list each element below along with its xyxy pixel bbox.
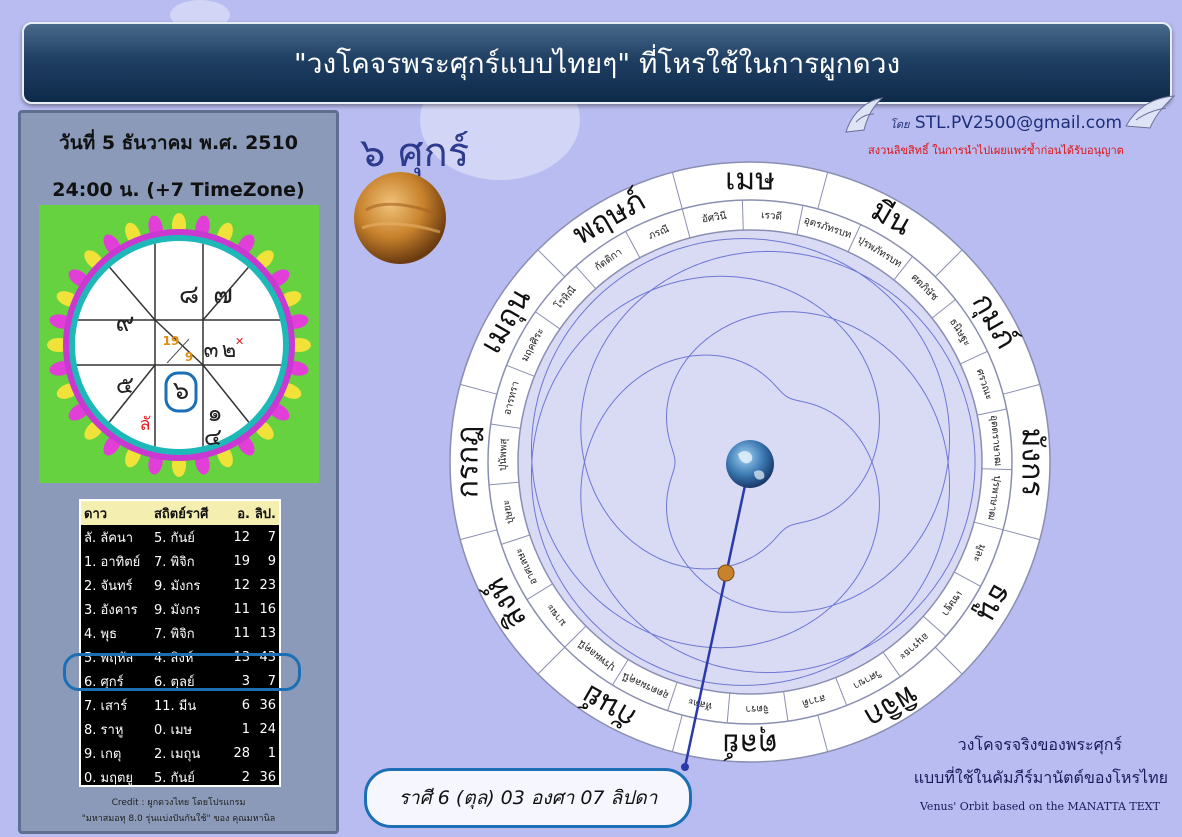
table-cell: 12 (233, 529, 250, 545)
table-header: ดาว สถิตย์ราศี อ. ลิป. (81, 501, 279, 525)
table-cell: 8. ราหู (84, 722, 124, 738)
table-cell: 16 (259, 601, 276, 617)
nakshatra-label: เรวดี (761, 209, 783, 223)
table-cell: 2. จันทร์ (84, 578, 133, 594)
degree-bottom: 9 (185, 350, 193, 364)
table-cell: 0. มฤตยู (84, 770, 134, 786)
ornament-icon (1125, 95, 1176, 129)
venus-row-highlight (63, 653, 301, 691)
house-numeral: ๓ (203, 338, 218, 363)
table-cell: 5. กันย์ (154, 770, 195, 786)
credit-line: Credit : ผูกดวงไทย โดยโปรแกรม (111, 798, 246, 808)
email-text: STL.PV2500@gmail.com (914, 113, 1123, 133)
author-prefix: โดย (890, 118, 910, 131)
table-cell: 1 (241, 721, 250, 737)
table-cell: 11 (233, 625, 250, 641)
table-cell: 1 (267, 745, 276, 761)
table-cell: 36 (259, 769, 276, 785)
zodiac-label: เมษ (725, 163, 775, 198)
zodiac-label: มังกร (1015, 428, 1050, 497)
table-row: 1. อาทิตย์ 7. พิจิก 19 9 (81, 549, 279, 573)
table-cell: 1. อาทิตย์ (84, 554, 141, 570)
pointer-tip (681, 763, 689, 771)
house-numeral: ๔ (204, 423, 222, 451)
date-line: วันที่ 5 ธันวาคม พ.ศ. 2510 (59, 132, 298, 154)
table-cell: 13 (259, 625, 276, 641)
table-cell: 7. พิจิก (154, 554, 195, 570)
nakshatra-label: จิตรา (745, 703, 769, 715)
table-cell: 23 (259, 577, 276, 593)
result-box: ราศี 6 (ตุล) 03 องศา 07 ลิปดา (364, 768, 692, 828)
table-row: 9. เกตุ 2. เมถุน 28 1 (81, 741, 279, 765)
table-cell: 36 (259, 697, 276, 713)
table-cell: 5. กันย์ (154, 530, 195, 546)
table-row: 2. จันทร์ 9. มังกร 12 23 (81, 573, 279, 597)
author-email: โดย STL.PV2500@gmail.com (890, 113, 1122, 133)
zodiac-wheel: เมษมีนกุมภ์มังกรธนูพิจิกตุลย์กันย์สิงห์ก… (449, 161, 1051, 771)
table-row: 7. เสาร์ 11. มีน 6 36 (81, 693, 279, 717)
title-banner: "วงโคจรพระศุกร์แบบไทยๆ" ที่โหรใช้ในการผู… (22, 22, 1172, 104)
table-row: 4. พุธ 7. พิจิก 11 13 (81, 621, 279, 645)
table-cell: 7 (267, 529, 276, 545)
table-cell: 24 (259, 721, 276, 737)
col-header: อ. (237, 506, 250, 522)
house-numeral: ๙ (115, 308, 134, 338)
table-cell: 9. เกตุ (84, 746, 122, 762)
col-header: สถิตย์ราศี (154, 506, 209, 522)
table-cell: 19 (233, 553, 250, 569)
lagna-mark: ลั (139, 414, 150, 435)
earth-icon (726, 440, 774, 488)
table-cell: 11 (233, 601, 250, 617)
table-cell: 9 (267, 553, 276, 569)
time-line: 24:00 น. (+7 TimeZone) (52, 179, 305, 201)
table-row: 3. อังคาร 9. มังกร 11 16 (81, 597, 279, 621)
horoscope-chart: ๘ ๗ ๙ ๓ ๕ ๖ ๑ ๔ ๒ ลั 19 9 ✕ (39, 205, 319, 483)
table-row: 0. มฤตยู 5. กันย์ 2 36 (81, 765, 279, 789)
col-header: ลิป. (254, 506, 276, 522)
house-numeral: ๘ (179, 280, 199, 310)
table-cell: 7. พิจิก (154, 626, 195, 642)
caption-line: วงโคจรจริงของพระศุกร์ (957, 735, 1122, 754)
table-cell: 2 (241, 769, 250, 785)
table-cell: 3. อังคาร (84, 602, 138, 618)
col-header: ดาว (84, 506, 108, 522)
house-numeral: ๕ (116, 371, 134, 399)
table-cell: 6 (241, 697, 250, 713)
table-row: 8. ราหู 0. เมษ 1 24 (81, 717, 279, 741)
chart-panel: วันที่ 5 ธันวาคม พ.ศ. 2510 24:00 น. (+7 … (18, 110, 339, 834)
ornament-icon (845, 97, 884, 133)
table-cell: 11. มีน (154, 698, 197, 714)
table-cell: 9. มังกร (154, 602, 201, 618)
table-cell: 12 (233, 577, 250, 593)
zodiac-label: กรกฎ (451, 426, 486, 499)
cross-mark: ✕ (235, 335, 244, 348)
table-cell: 0. เมษ (154, 722, 193, 738)
table-cell: 28 (233, 745, 250, 761)
zodiac-label: ตุลย์ (722, 726, 777, 762)
house-numeral: ๖ (173, 376, 190, 406)
caption-line: แบบที่ใช้ในคัมภีร์มานัตต์ของโหรไทย (913, 768, 1168, 787)
caption-english: Venus' Orbit based on the MANATTA TEXT (920, 800, 1160, 813)
table-row: ลั. ลัคนา 5. กันย์ 12 7 (81, 525, 279, 549)
table-cell: 2. เมถุน (154, 746, 201, 762)
nakshatra-label: ปุนัพพสุ (498, 438, 510, 471)
table-cell: 7. เสาร์ (84, 698, 128, 714)
degree-top: 19 (163, 334, 180, 348)
table-cell: 9. มังกร (154, 578, 201, 594)
venus-marker (717, 564, 735, 582)
planet-table: ดาว สถิตย์ราศี อ. ลิป. ลั. ลัคนา 5. กันย์… (79, 499, 281, 787)
house-numeral: ๗ (213, 280, 233, 310)
table-cell: ลั. ลัคนา (84, 530, 134, 546)
table-cell: 4. พุธ (84, 626, 118, 642)
horoscope-svg: ๘ ๗ ๙ ๓ ๕ ๖ ๑ ๔ ๒ ลั 19 9 ✕ (47, 213, 311, 477)
credit-line: "มหาสมอทุ 8.0 รุ่นแบ่งปันกันใช้" ของ คุณ… (81, 814, 276, 824)
page-title: "วงโคจรพระศุกร์แบบไทยๆ" ที่โหรใช้ในการผู… (293, 47, 901, 80)
